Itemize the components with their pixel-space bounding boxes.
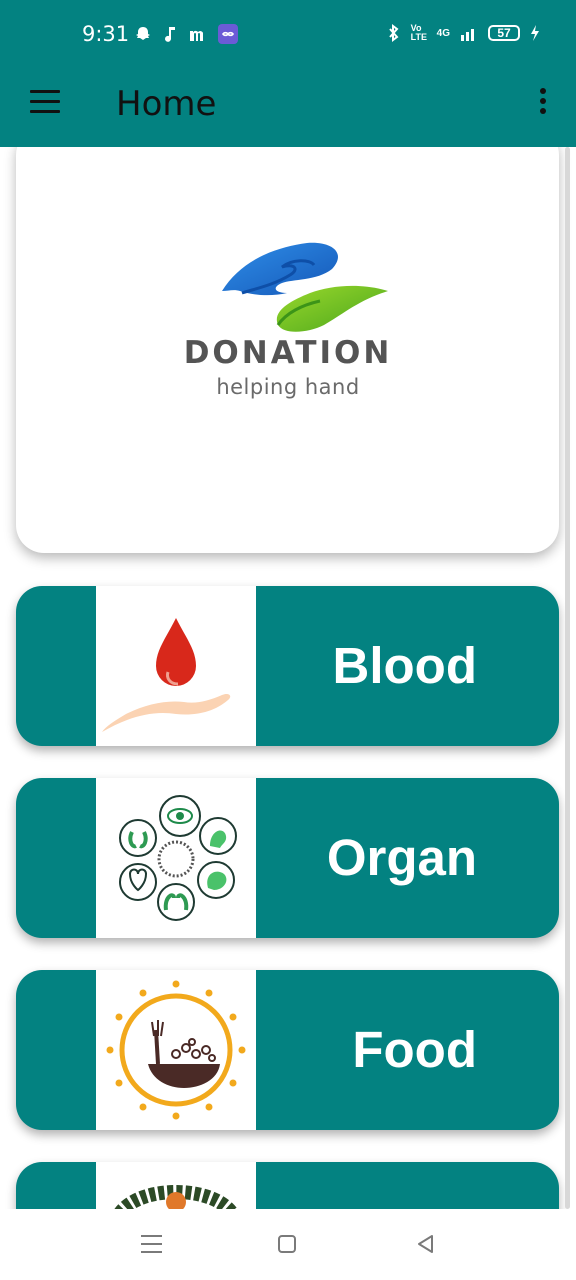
signal-icon — [461, 29, 474, 41]
battery-indicator: 57 — [488, 25, 520, 41]
logo-title: DONATION — [183, 335, 393, 371]
app-bar: Home — [0, 70, 576, 147]
logo-subtitle: helping hand — [216, 375, 360, 399]
donation-banner: DONATION helping hand — [16, 147, 559, 553]
back-icon[interactable] — [415, 1233, 437, 1255]
wreath-icon — [114, 1185, 238, 1209]
blood-thumbnail — [96, 586, 256, 746]
notification-icons — [134, 24, 238, 44]
category-card-organ[interactable]: Organ — [16, 778, 559, 938]
music-icon — [165, 27, 175, 42]
category-label-organ: Organ — [326, 829, 477, 886]
menu-icon[interactable] — [30, 90, 60, 114]
system-status-icons: Vo LTE 4G 57 — [387, 24, 540, 42]
main-content[interactable]: DONATION helping hand Blood Organ Food — [0, 147, 576, 1209]
home-icon[interactable] — [278, 1235, 296, 1253]
category-card-blood[interactable]: Blood — [16, 586, 559, 746]
volte-label: Vo LTE — [410, 23, 427, 42]
more-options-icon[interactable] — [538, 88, 548, 116]
page-title: Home — [116, 84, 217, 124]
blood-drop-hand-icon — [102, 618, 231, 732]
organ-thumbnail — [96, 778, 256, 938]
category-label-blood: Blood — [332, 637, 477, 694]
scrollbar[interactable] — [565, 147, 570, 1209]
system-nav-bar — [0, 1209, 576, 1280]
recents-icon[interactable] — [141, 1235, 162, 1253]
organs-icon — [119, 795, 237, 921]
status-time: 9:31 — [82, 22, 130, 46]
food-bowl-icon — [106, 980, 246, 1120]
snapchat-icon — [136, 27, 150, 40]
network-type: 4G — [436, 27, 450, 39]
partial-thumbnail — [96, 1162, 256, 1209]
food-thumbnail — [96, 970, 256, 1130]
helping-hands-icon — [222, 242, 388, 332]
category-card-food[interactable]: Food — [16, 970, 559, 1130]
bluetooth-icon — [388, 24, 399, 42]
charging-icon — [531, 25, 539, 41]
m-app-icon — [190, 30, 203, 41]
category-label-food: Food — [352, 1021, 477, 1078]
link-app-icon — [218, 24, 238, 44]
status-bar: 9:31 Vo LTE 4G 57 — [0, 0, 576, 70]
category-card-partial[interactable] — [16, 1162, 559, 1209]
donation-logo: DONATION helping hand — [182, 239, 394, 429]
